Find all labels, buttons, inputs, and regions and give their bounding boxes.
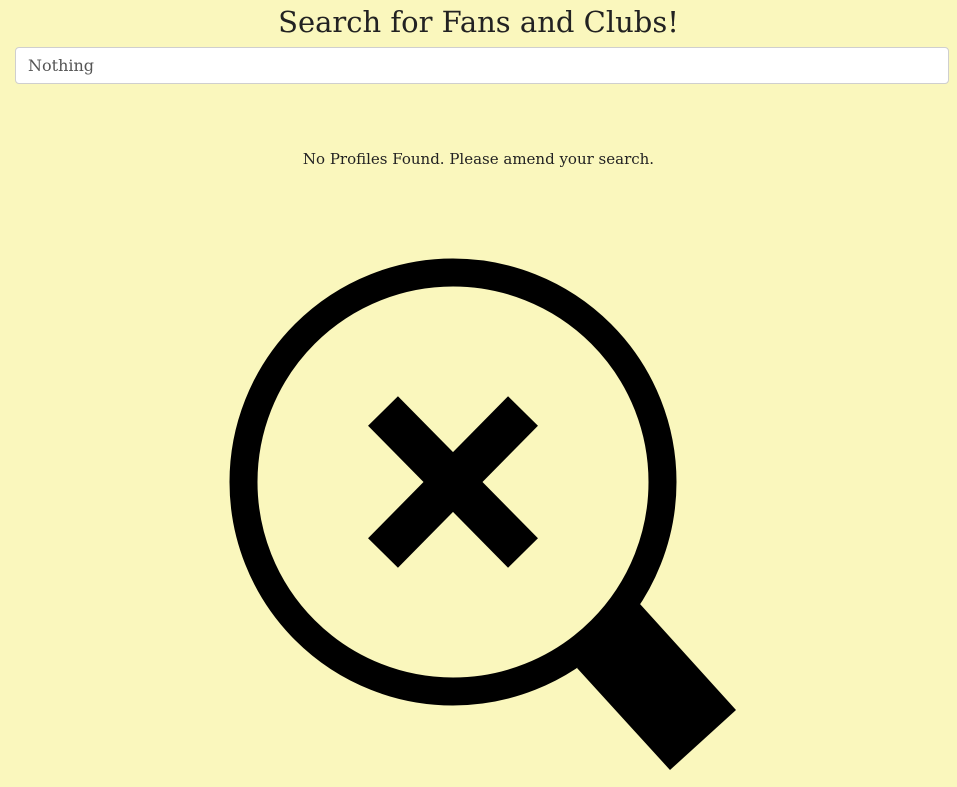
no-results-message: No Profiles Found. Please amend your sea… bbox=[302, 150, 655, 168]
search-input[interactable] bbox=[15, 47, 949, 84]
page-title: Search for Fans and Clubs! bbox=[278, 5, 679, 39]
close-icon bbox=[368, 396, 538, 568]
search-no-results-icon bbox=[229, 258, 736, 770]
